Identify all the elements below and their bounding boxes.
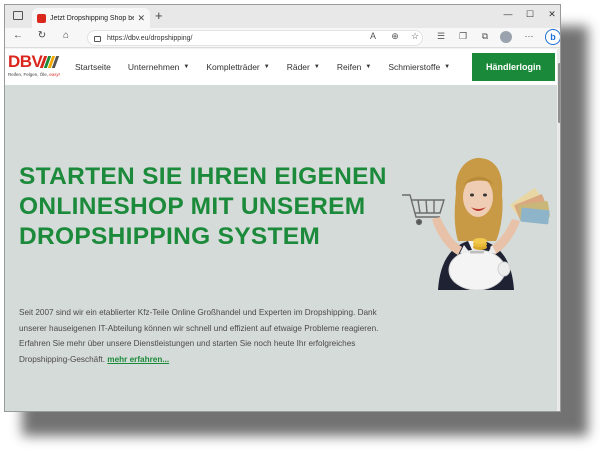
browser-toolbar: ← ↻ ⌂ https://dbv.eu/dropshipping/ A ⊕ ☆… bbox=[5, 28, 560, 48]
logo-tagline: Reifen, Felgen, Öle, easy! bbox=[8, 72, 61, 77]
menu-item-raeder[interactable]: Räder ▼ bbox=[287, 62, 320, 72]
site-header: DBV Reifen, Felgen, Öle, easy! Startseit… bbox=[5, 49, 557, 85]
hero-text: Seit 2007 sind wir ein etablierter Kfz-T… bbox=[19, 308, 379, 364]
coins-icon bbox=[473, 238, 487, 250]
chevron-down-icon: ▼ bbox=[365, 64, 372, 70]
bing-icon[interactable]: b bbox=[545, 29, 560, 45]
scrollbar-thumb[interactable] bbox=[558, 63, 560, 123]
banknotes-icon bbox=[510, 188, 550, 225]
menu-item-komplettraeder[interactable]: Kompletträder ▼ bbox=[206, 62, 269, 72]
mehr-erfahren-link[interactable]: mehr erfahren... bbox=[107, 355, 169, 364]
tab-strip: Jetzt Dropshipping Shop beantragen ✕ + —… bbox=[5, 5, 560, 28]
back-icon[interactable]: ← bbox=[11, 30, 25, 41]
maximize-button[interactable]: ☐ bbox=[523, 9, 537, 20]
chevron-down-icon: ▼ bbox=[263, 64, 270, 70]
hero-title: STARTEN SIE IHREN EIGENEN ONLINESHOP MIT… bbox=[19, 163, 387, 250]
chevron-down-icon: ▼ bbox=[444, 64, 451, 70]
read-aloud-icon[interactable]: A bbox=[367, 31, 379, 41]
more-icon[interactable]: ⋯ bbox=[523, 31, 535, 42]
profile-avatar-icon[interactable] bbox=[500, 31, 512, 43]
close-window-button[interactable]: ✕ bbox=[545, 9, 559, 20]
tab-actions-icon[interactable] bbox=[13, 11, 23, 20]
zoom-icon[interactable]: ⊕ bbox=[389, 31, 401, 42]
tab-close-icon[interactable]: ✕ bbox=[137, 13, 145, 24]
refresh-icon[interactable]: ↻ bbox=[35, 30, 49, 41]
favorite-icon[interactable]: ☆ bbox=[409, 31, 421, 42]
chevron-down-icon: ▼ bbox=[313, 64, 320, 70]
dbv-logo[interactable]: DBV Reifen, Felgen, Öle, easy! bbox=[8, 53, 68, 83]
home-icon[interactable]: ⌂ bbox=[59, 30, 73, 41]
hero-section: STARTEN SIE IHREN EIGENEN ONLINESHOP MIT… bbox=[5, 85, 557, 411]
hero-illustration bbox=[402, 157, 550, 290]
browser-window: Jetzt Dropshipping Shop beantragen ✕ + —… bbox=[4, 4, 561, 412]
page-scrollbar[interactable] bbox=[557, 49, 560, 411]
haendlerlogin-button[interactable]: Händlerlogin bbox=[472, 53, 555, 81]
extensions-icon[interactable]: ⧉ bbox=[479, 31, 491, 42]
lock-icon bbox=[94, 36, 101, 42]
chevron-down-icon: ▼ bbox=[183, 64, 190, 70]
main-menu: Startseite Unternehmen ▼ Kompletträder ▼ R… bbox=[75, 49, 467, 85]
menu-item-unternehmen[interactable]: Unternehmen ▼ bbox=[128, 62, 189, 72]
tab-title: Jetzt Dropshipping Shop beantragen bbox=[50, 14, 134, 22]
logo-stripes-icon bbox=[39, 56, 60, 68]
menu-item-startseite[interactable]: Startseite bbox=[75, 62, 111, 72]
tab-active[interactable]: Jetzt Dropshipping Shop beantragen ✕ bbox=[32, 8, 150, 28]
menu-item-schmierstoffe[interactable]: Schmierstoffe ▼ bbox=[388, 62, 450, 72]
url-text: https://dbv.eu/dropshipping/ bbox=[107, 34, 193, 42]
collections-icon[interactable]: ❐ bbox=[457, 31, 469, 42]
favorites-bar-icon[interactable]: ☰ bbox=[435, 31, 447, 42]
favicon-icon bbox=[37, 13, 46, 23]
menu-item-reifen[interactable]: Reifen ▼ bbox=[337, 62, 372, 72]
minimize-button[interactable]: — bbox=[501, 9, 515, 19]
new-tab-button[interactable]: + bbox=[155, 8, 163, 23]
